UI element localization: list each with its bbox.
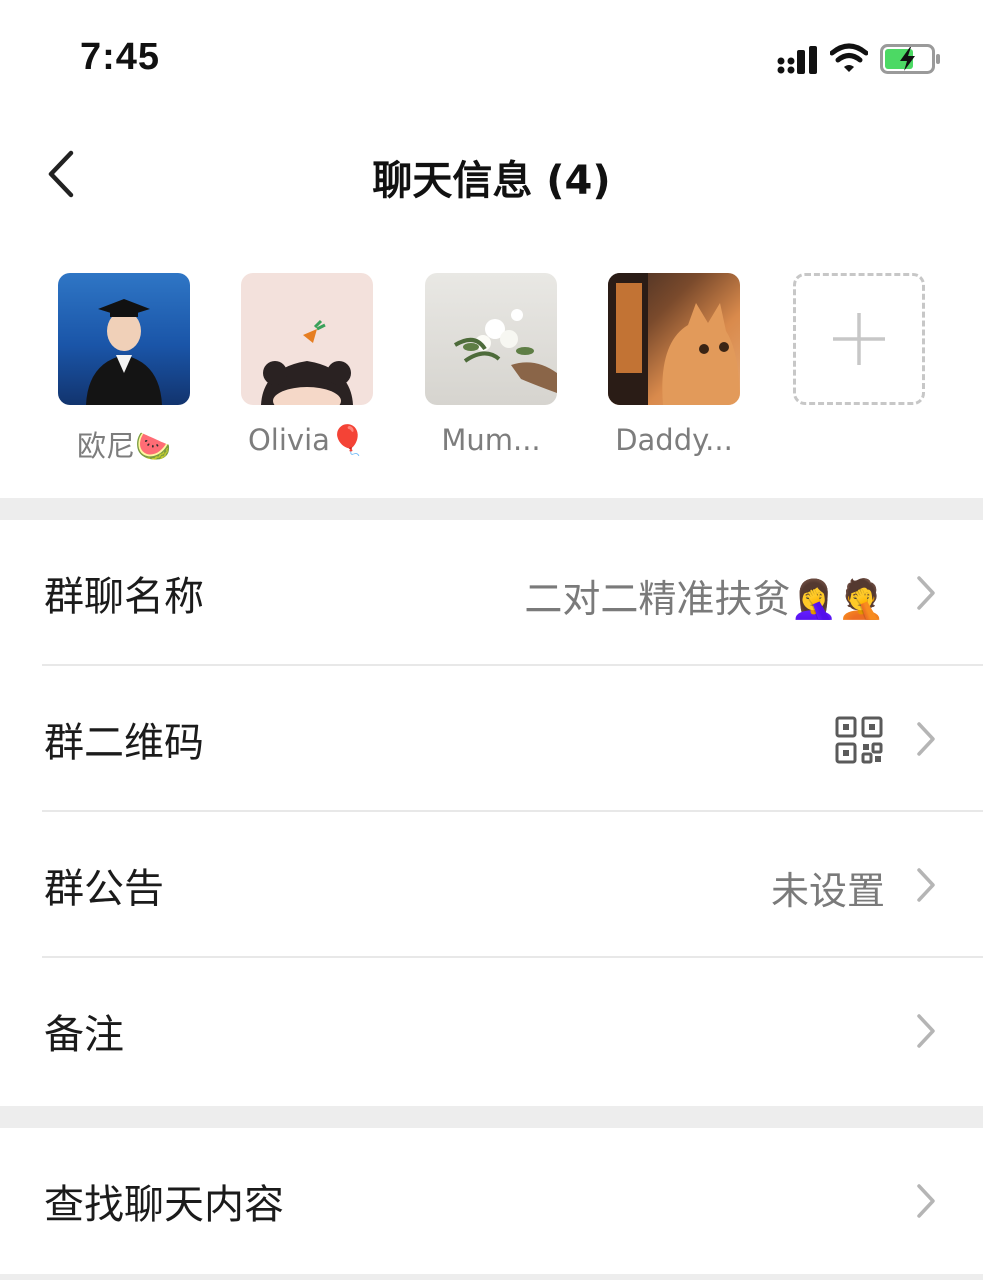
wifi-icon xyxy=(830,43,868,72)
member-name: Daddy... xyxy=(615,423,733,457)
avatar xyxy=(425,273,557,405)
row-group-qr-code[interactable]: 群二维码 xyxy=(0,666,983,812)
avatar xyxy=(241,273,373,405)
row-label: 查找聊天内容 xyxy=(44,1182,284,1228)
row-remark[interactable]: 备注 xyxy=(0,958,983,1104)
row-label: 群二维码 xyxy=(44,720,204,766)
row-value: 未设置 xyxy=(770,869,885,913)
add-member-button[interactable] xyxy=(793,273,925,405)
row-search-chat[interactable]: 查找聊天内容 xyxy=(0,1128,983,1274)
signal-icon xyxy=(777,46,817,74)
row-label: 群公告 xyxy=(44,866,164,912)
member-item[interactable]: Olivia🎈 xyxy=(237,273,377,458)
chevron-right-icon xyxy=(917,722,935,756)
qr-code-icon xyxy=(835,716,883,764)
chevron-right-icon xyxy=(917,576,935,610)
member-name: Olivia🎈 xyxy=(247,423,367,457)
avatar xyxy=(608,273,740,405)
battery-charging-icon xyxy=(880,44,940,74)
section-divider xyxy=(0,498,983,520)
row-group-announcement[interactable]: 群公告 未设置 xyxy=(0,812,983,958)
status-time: 7:45 xyxy=(80,36,161,78)
row-label: 群聊名称 xyxy=(44,574,204,620)
plus-icon xyxy=(833,313,885,365)
row-value: 二对二精准扶贫🤦‍♀️🤦 xyxy=(524,577,885,621)
member-grid: 欧尼🍉 Olivia🎈 Mum... Daddy... xyxy=(0,255,983,498)
status-bar: 7:45 xyxy=(0,0,983,110)
page-title: 聊天信息 (4) xyxy=(372,158,611,204)
member-item[interactable]: Mum... xyxy=(421,273,561,457)
chevron-right-icon xyxy=(917,1184,935,1218)
member-item[interactable]: 欧尼🍉 xyxy=(54,273,194,465)
section-divider xyxy=(0,1106,983,1128)
avatar xyxy=(58,273,190,405)
member-name: Mum... xyxy=(441,423,541,457)
member-name: 欧尼🍉 xyxy=(76,429,172,463)
row-label: 备注 xyxy=(44,1012,124,1058)
section-divider xyxy=(0,1274,983,1280)
chevron-right-icon xyxy=(917,1014,935,1048)
row-group-name[interactable]: 群聊名称 二对二精准扶贫🤦‍♀️🤦 xyxy=(0,520,983,666)
chevron-right-icon xyxy=(917,868,935,902)
nav-bar: 聊天信息 (4) xyxy=(0,120,983,230)
member-item[interactable]: Daddy... xyxy=(604,273,744,457)
